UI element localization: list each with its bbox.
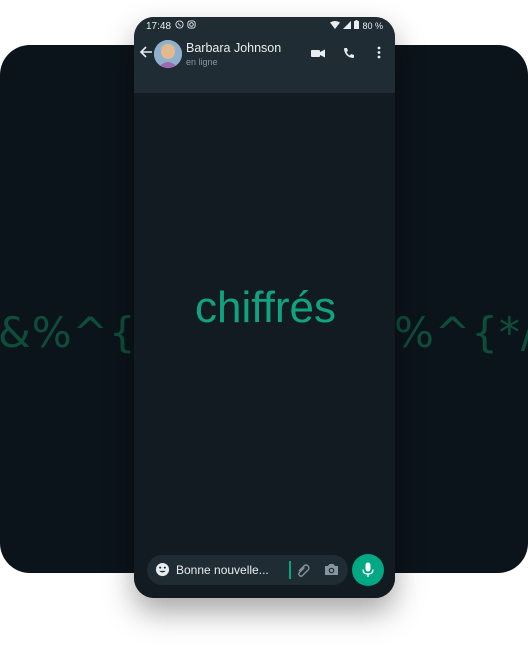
back-arrow-icon[interactable] xyxy=(139,45,153,64)
message-composer: Bonne nouvelle... xyxy=(147,555,348,585)
mic-button[interactable] xyxy=(352,554,384,586)
phone-frame: 17:48 80 % Barbara Johnson en ligne chif… xyxy=(134,17,395,598)
contact-name[interactable]: Barbara Johnson xyxy=(186,41,281,55)
message-input[interactable]: Bonne nouvelle... xyxy=(176,563,269,577)
battery-icon xyxy=(354,20,360,31)
system-icons: 80 % xyxy=(330,20,383,31)
status-time: 17:48 xyxy=(146,21,172,32)
video-call-icon[interactable] xyxy=(311,46,325,64)
notification-icons xyxy=(175,20,196,31)
chat-area: chiffrés xyxy=(134,93,395,598)
avatar[interactable] xyxy=(154,40,182,68)
cipher-text-right: %^{*/>*& xyxy=(394,308,528,357)
phone-call-icon[interactable] xyxy=(343,46,355,64)
signal-icon xyxy=(343,20,352,31)
status-bar: 17:48 80 % xyxy=(134,17,395,35)
emoji-icon[interactable] xyxy=(155,562,170,582)
contact-status: en ligne xyxy=(186,57,218,67)
wifi-icon xyxy=(330,20,341,31)
camera-icon[interactable] xyxy=(324,563,339,581)
whatsapp-icon xyxy=(175,20,187,31)
more-vert-icon[interactable] xyxy=(377,46,381,64)
chat-header: Barbara Johnson en ligne xyxy=(134,35,395,93)
attach-icon[interactable] xyxy=(296,563,310,582)
mic-icon xyxy=(362,562,374,577)
promo-stage: &%^{*/ %^{*/>*& 17:48 xyxy=(0,0,528,647)
battery-level: 80 % xyxy=(362,20,383,31)
text-caret xyxy=(289,561,291,579)
instagram-icon xyxy=(186,20,196,31)
encrypted-word: chiffrés xyxy=(194,283,337,332)
